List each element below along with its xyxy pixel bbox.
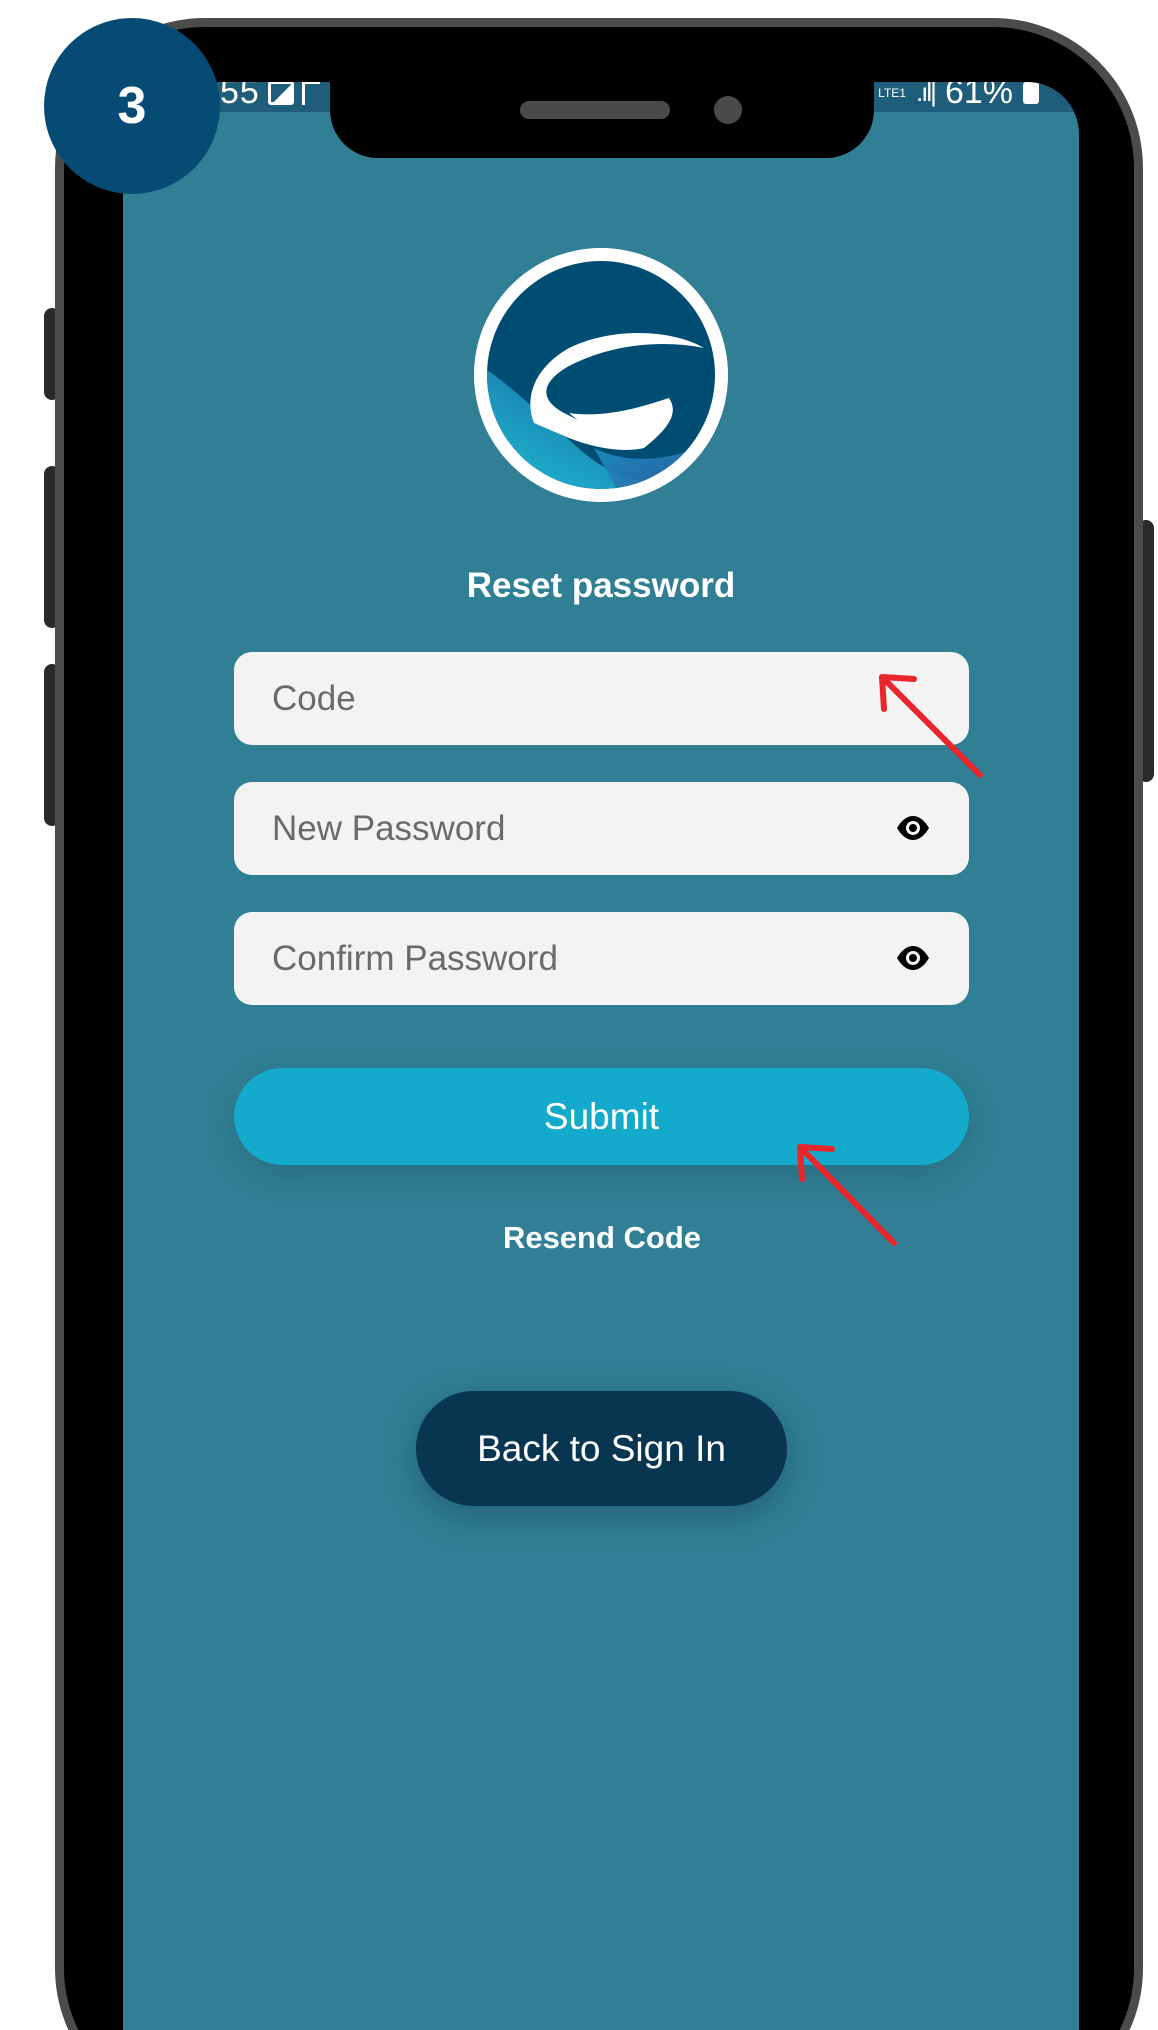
earpiece-speaker bbox=[520, 101, 670, 119]
brand-logo-icon bbox=[474, 248, 728, 502]
resend-code-link[interactable]: Resend Code bbox=[440, 1220, 764, 1256]
gallery-notification-icon bbox=[267, 82, 294, 105]
status-left: 55 bbox=[220, 82, 320, 112]
mail-notification-icon bbox=[301, 82, 320, 105]
back-to-sign-in-button[interactable]: Back to Sign In bbox=[416, 1391, 787, 1506]
new-password-input[interactable] bbox=[234, 782, 969, 875]
battery-percent: 61% bbox=[944, 82, 1013, 111]
signal-strength-icon: .ıl| bbox=[915, 82, 937, 107]
step-number-badge: 3 bbox=[44, 18, 220, 194]
annotation-arrow-icon bbox=[797, 1144, 897, 1246]
tutorial-step-stage: 55 LTE1 .ıl| 61% 3 Reset password Code S… bbox=[0, 0, 1158, 2030]
reset-password-title: Reset password bbox=[466, 566, 736, 605]
front-camera bbox=[714, 96, 742, 124]
confirm-password-field[interactable] bbox=[234, 912, 969, 1005]
code-input[interactable] bbox=[234, 652, 969, 745]
phone-notch bbox=[330, 60, 874, 158]
annotation-arrow-icon bbox=[879, 674, 983, 778]
eye-icon[interactable] bbox=[895, 813, 931, 843]
network-type-label: LTE1 bbox=[878, 85, 906, 100]
confirm-password-input[interactable] bbox=[234, 912, 969, 1005]
status-right: LTE1 .ıl| 61% bbox=[878, 82, 1039, 112]
new-password-field[interactable] bbox=[234, 782, 969, 875]
code-field[interactable] bbox=[234, 652, 969, 745]
eye-icon[interactable] bbox=[895, 943, 931, 973]
status-time: 55 bbox=[220, 82, 260, 111]
battery-icon bbox=[1023, 82, 1039, 104]
